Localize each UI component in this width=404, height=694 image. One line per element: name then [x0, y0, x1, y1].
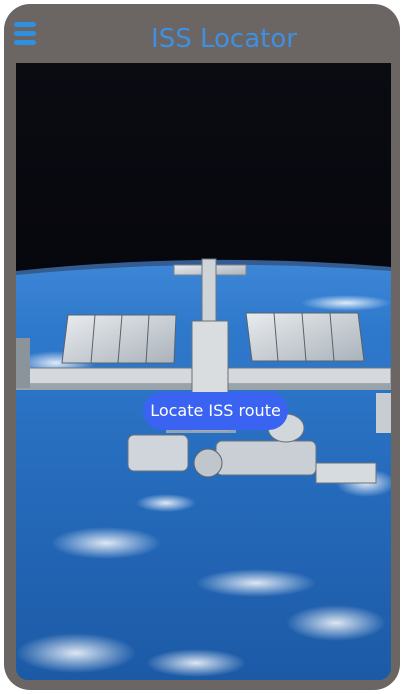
menu-button[interactable]	[14, 22, 36, 56]
app-frame: ISS Locator Locate ISS route	[4, 4, 400, 690]
iss-photo: Locate ISS route	[16, 63, 391, 680]
locate-iss-route-button[interactable]: Locate ISS route	[143, 392, 288, 430]
header-bar: ISS Locator	[4, 4, 400, 64]
page-title: ISS Locator	[151, 24, 297, 54]
